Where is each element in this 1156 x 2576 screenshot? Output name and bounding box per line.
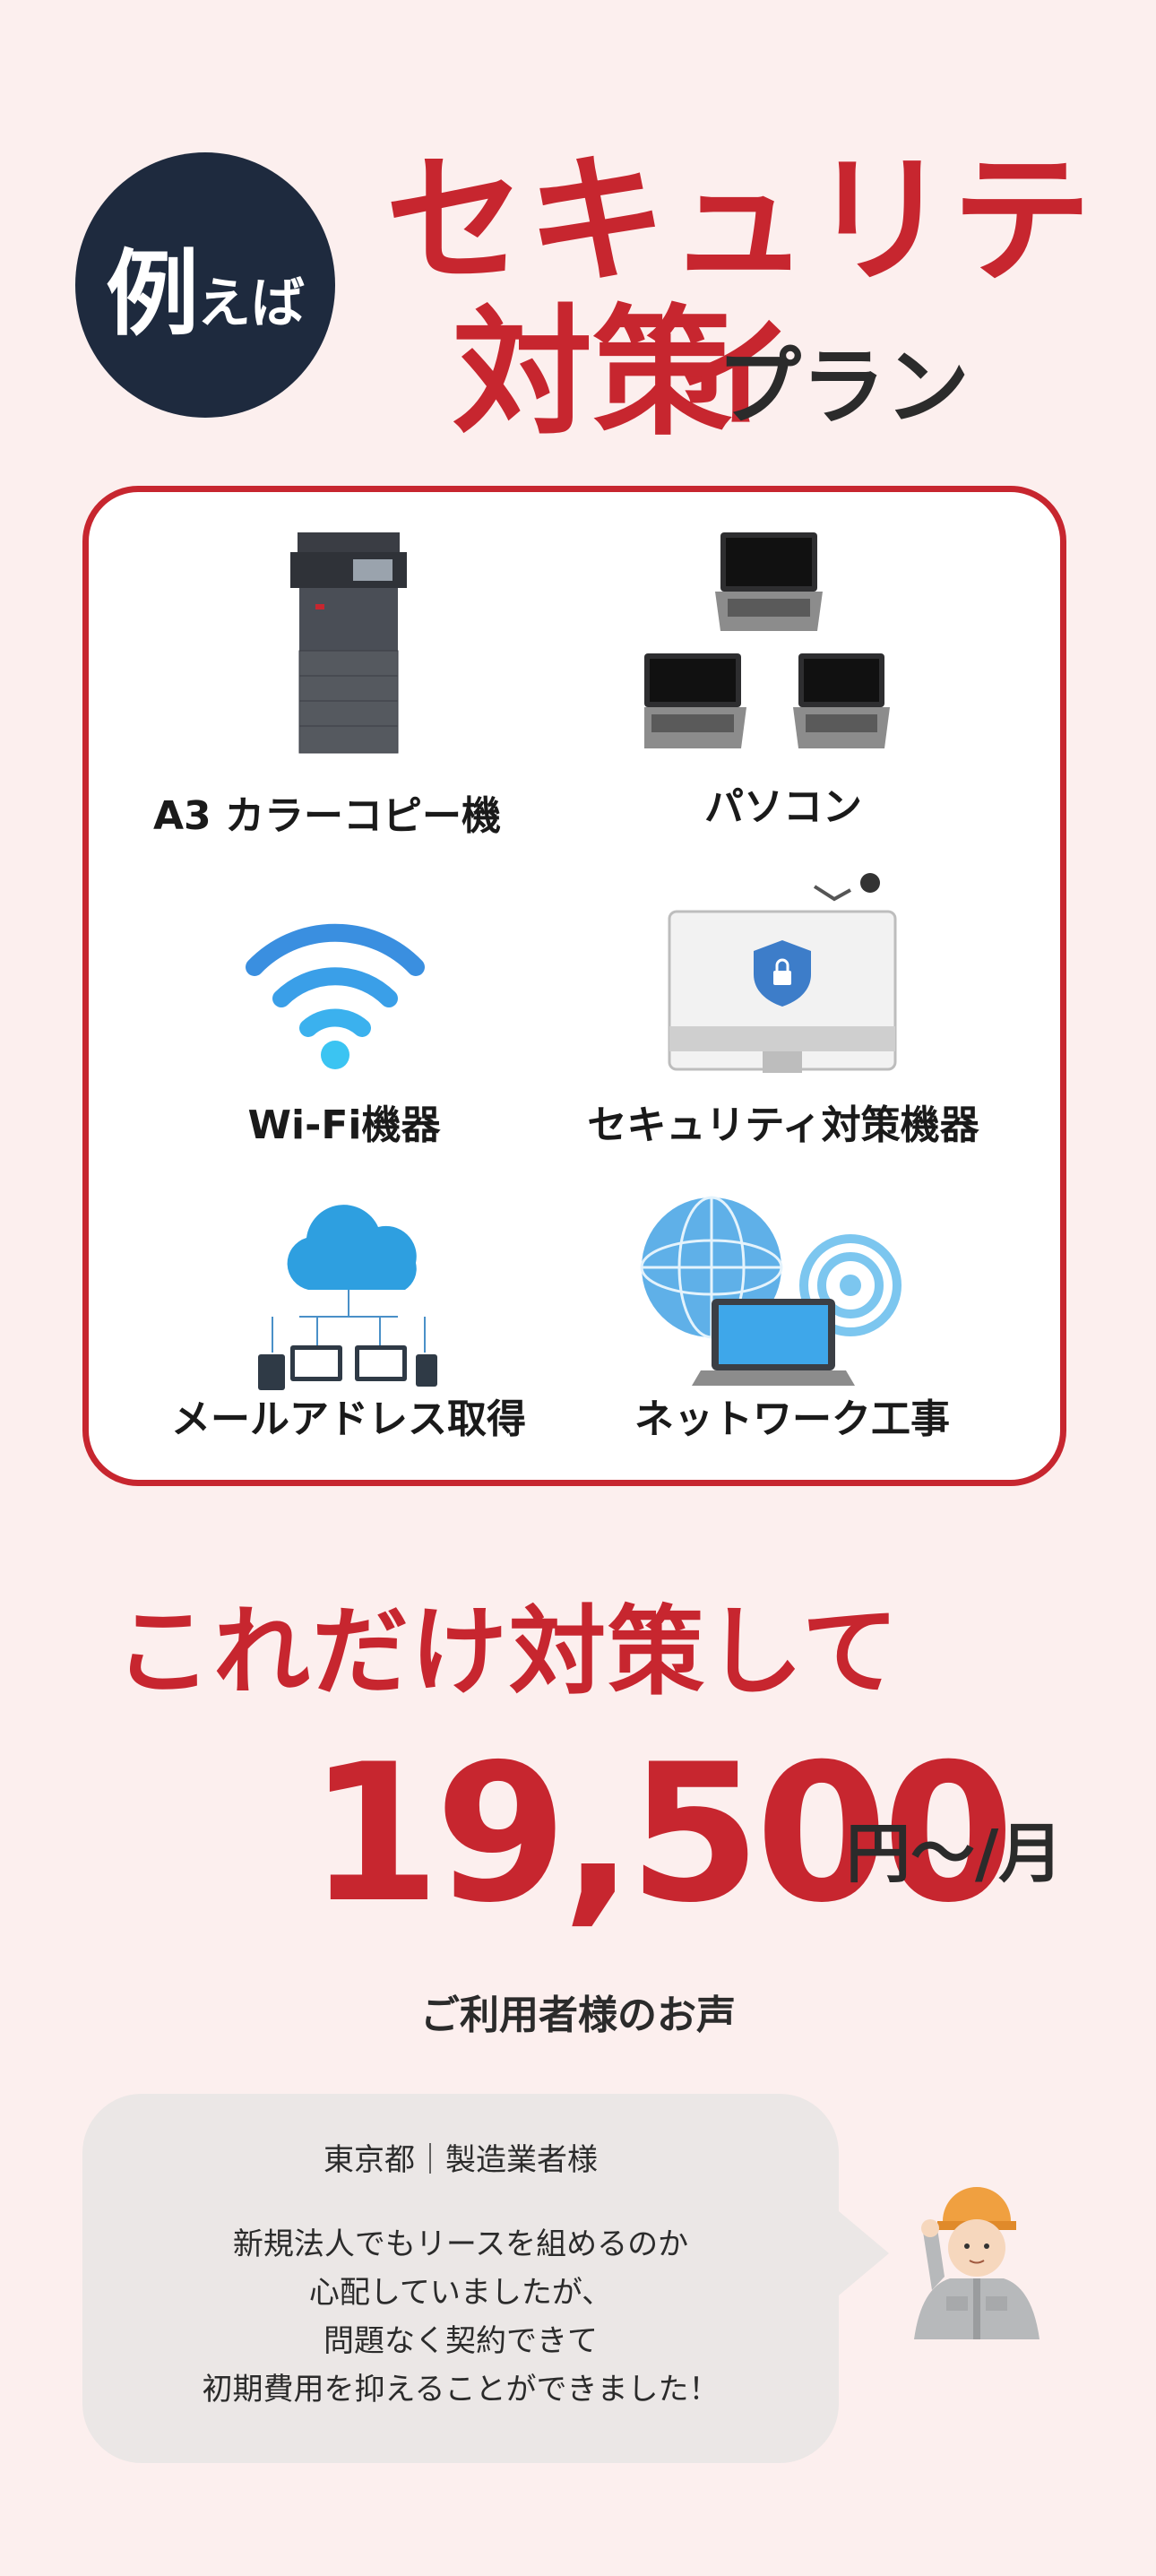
comment-line: 新規法人でもリースを組めるのか xyxy=(232,2226,689,2262)
badge-main-text: 例 xyxy=(105,238,199,349)
speech-bubble-tail xyxy=(833,2207,889,2300)
globe-laptop-icon xyxy=(640,1196,909,1396)
laptops-icon xyxy=(639,532,895,760)
item-label-security: セキュリティ対策機器 xyxy=(587,1102,979,1148)
voice-title: ご利用者様のお声 xyxy=(420,1993,736,2038)
comment-line: 心配していましたが、 xyxy=(308,2275,613,2311)
plan-title-line2: 対策 xyxy=(453,291,732,454)
item-label-wifi: Wi-Fi機器 xyxy=(247,1102,441,1148)
worker-avatar-icon xyxy=(896,2178,1057,2361)
price-unit: 円～/月 xyxy=(846,1816,1064,1891)
wifi-icon xyxy=(246,913,425,1078)
badge-sub-text: えば xyxy=(197,272,305,335)
comment-line: 問題なく契約できて xyxy=(324,2323,598,2359)
customer-name: 東京都｜製造業者様 xyxy=(324,2142,598,2178)
security-monitor-icon xyxy=(662,869,913,1087)
item-label-copier: A3 カラーコピー機 xyxy=(153,793,501,839)
item-label-network: ネットワーク工事 xyxy=(634,1396,950,1442)
copier-icon xyxy=(290,532,407,760)
comment-line: 初期費用を抑えることができました！ xyxy=(202,2372,720,2407)
example-badge: 例 えば xyxy=(75,152,335,418)
plan-title-suffix: プラン xyxy=(717,339,971,437)
cloud-network-icon xyxy=(246,1200,452,1401)
item-label-email: メールアドレス取得 xyxy=(171,1396,526,1442)
item-label-laptops: パソコン xyxy=(704,784,862,830)
plan-items-card: A3 カラーコピー機 パソコン Wi-Fi機器 セキュリティ対策機器 メールアド… xyxy=(82,486,1066,1486)
price-lead: これだけ対策して xyxy=(115,1596,901,1708)
